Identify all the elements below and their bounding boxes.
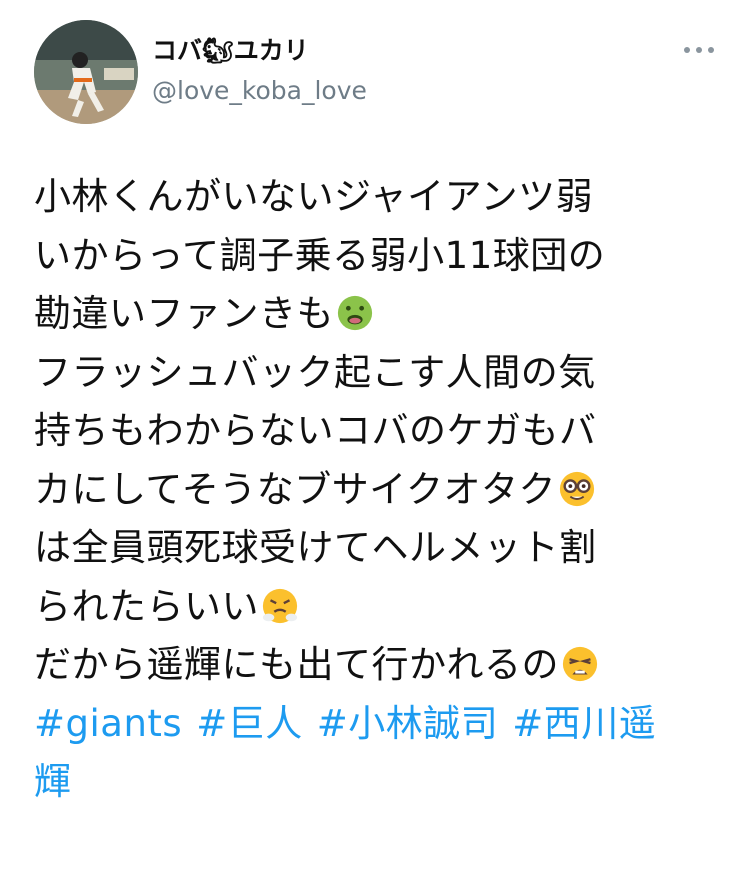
tweet-text-line: カにしてそうなブサイクオタク [34, 461, 734, 520]
ellipsis-icon [708, 47, 714, 53]
tweet-card: コバ🐿ユカリ @love_koba_love 小林くんがいないジャイアンツ弱 い… [0, 0, 750, 874]
nauseated-face-emoji-icon [337, 295, 373, 331]
ellipsis-icon [684, 47, 690, 53]
tweet-text-line: 小林くんがいないジャイアンツ弱 [34, 175, 594, 218]
tweet-text-line: だから遥輝にも出て行かれるの [34, 636, 734, 695]
tweet-text-line: は全員頭死球受けてヘルメット割 [34, 526, 597, 569]
tweet-text-line: られたらいい [34, 578, 734, 637]
tweet-text-line: フラッシュバック起こす人間の気 [34, 350, 596, 394]
hashtag-row: #giants #巨人 #小林誠司 #西川遥 [34, 695, 734, 754]
tweet-text: 小林くんがいないジャイアンツ弱 いからって調子乗る弱小11球団の 勘違いファンき… [34, 168, 734, 812]
hashtag-nishikawa-haruki-continuation[interactable]: 輝 [34, 760, 72, 803]
tweet-text-line: 勘違いファンきも [34, 285, 734, 344]
baseball-player-avatar-icon [34, 20, 138, 124]
hashtag-nishikawa-haruki[interactable]: #西川遥 [512, 702, 656, 745]
hashtag-kobayashi-seiji[interactable]: #小林誠司 [317, 702, 499, 745]
display-name[interactable]: コバ🐿ユカリ [152, 36, 309, 66]
ellipsis-icon [696, 47, 702, 53]
user-handle[interactable]: @love_koba_love [152, 76, 367, 106]
hashtag-giants[interactable]: #giants [34, 702, 182, 745]
more-options-button[interactable] [684, 40, 714, 60]
face-with-steam-emoji-icon [262, 588, 298, 623]
weary-face-emoji-icon [562, 646, 598, 682]
tweet-text-line: いからって調子乗る弱小11球団の [34, 233, 606, 277]
hashtag-kyojin[interactable]: #巨人 [196, 702, 303, 745]
nerd-face-emoji-icon [559, 471, 595, 506]
tweet-text-line: 持ちもわからないコバのケガもバ [34, 409, 597, 452]
hashtag-row: 輝 [34, 753, 734, 812]
avatar[interactable] [34, 20, 138, 124]
